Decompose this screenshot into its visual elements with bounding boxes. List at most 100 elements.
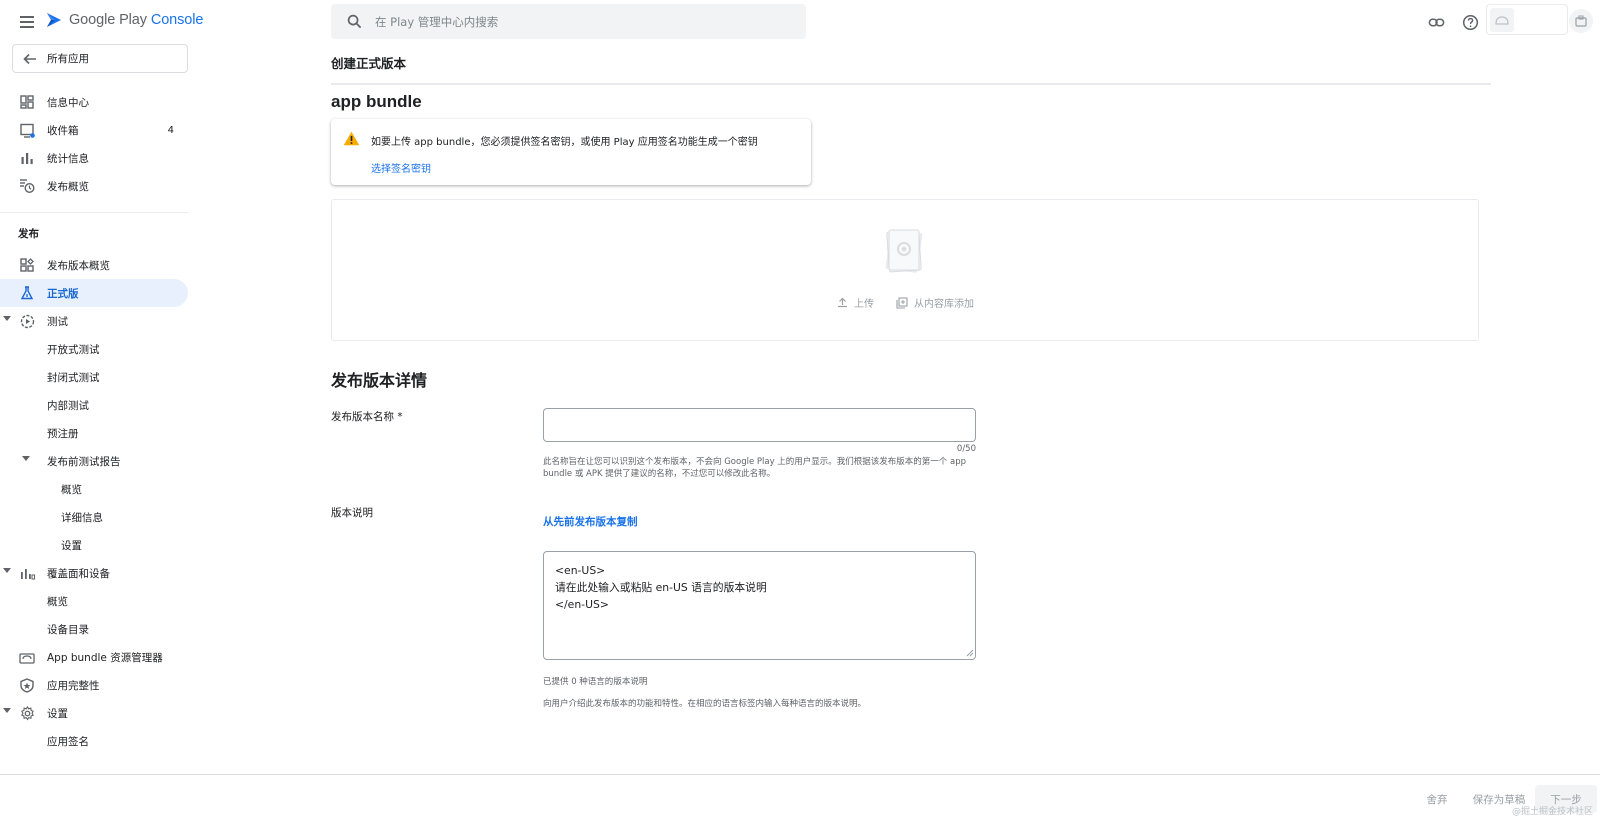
dashboard-icon xyxy=(19,94,35,110)
upload-icon xyxy=(838,297,847,308)
sidebar-item-label: 开放式测试 xyxy=(47,343,100,356)
sidebar-item-internal-testing[interactable]: 内部测试 xyxy=(0,391,188,419)
upload-button[interactable]: 上传 xyxy=(837,295,874,310)
help-icon[interactable] xyxy=(1459,11,1481,33)
link-icon[interactable] xyxy=(1425,11,1447,33)
watermark-text: @掘土掘金技术社区 xyxy=(1512,807,1594,817)
sidebar-item-statistics[interactable]: 统计信息 xyxy=(0,144,188,172)
sidebar-section-release: 发布 xyxy=(18,228,39,240)
upload-label: 上传 xyxy=(854,299,874,310)
action-footer: 舍弃 保存为草稿 下一步 xyxy=(0,774,1600,820)
sidebar-item-publishing-overview[interactable]: 发布概览 xyxy=(0,172,188,200)
sidebar-item-app-integrity[interactable]: 应用完整性 xyxy=(0,671,188,699)
sidebar-item-label: 设备目录 xyxy=(47,623,89,636)
inbox-count-badge: 4 xyxy=(167,124,174,136)
sidebar-item-testing[interactable]: 测试 xyxy=(0,307,188,335)
sidebar-item-label: 应用完整性 xyxy=(47,679,100,692)
app-bundle-heading: app bundle xyxy=(331,92,422,111)
sidebar-item-label: 发布概览 xyxy=(47,180,89,193)
sidebar-item-label: 详细信息 xyxy=(61,511,103,524)
app-bundle-drop-zone[interactable]: 上传 从内容库添加 xyxy=(331,199,1479,341)
sidebar-item-settings[interactable]: 设置 xyxy=(0,699,188,727)
sidebar-item-production[interactable]: 正式版 xyxy=(0,279,188,307)
sidebar-item-reach-overview[interactable]: 概览 xyxy=(0,587,188,615)
sidebar-item-pre-registration[interactable]: 预注册 xyxy=(0,419,188,447)
sidebar-item-closed-testing[interactable]: 封闭式测试 xyxy=(0,363,188,391)
title-divider xyxy=(331,83,1491,85)
google-play-console-logo[interactable]: Google Play Console xyxy=(45,11,203,29)
sidebar-item-label: 封闭式测试 xyxy=(47,371,100,384)
sidebar-nav: 所有应用 信息中心 收件箱 4 统计信息 发布概览 发布 发布版本概览 正式版 … xyxy=(0,44,195,774)
chevron-down-icon[interactable] xyxy=(22,456,30,461)
warning-icon xyxy=(343,131,360,146)
copy-from-previous-release-link[interactable]: 从先前发布版本复制 xyxy=(543,514,638,529)
release-notes-language-count: 已提供 0 种语言的版本说明 xyxy=(543,677,648,687)
sidebar-item-pre-launch-report[interactable]: 发布前测试报告 xyxy=(0,447,188,475)
release-notes-label: 版本说明 xyxy=(331,507,373,519)
sidebar-item-reach-devices[interactable]: 覆盖面和设备 xyxy=(0,559,188,587)
sidebar-item-report-overview[interactable]: 概览 xyxy=(0,475,188,503)
release-details-heading: 发布版本详情 xyxy=(331,371,428,390)
arrow-back-icon xyxy=(23,53,36,64)
search-bar[interactable] xyxy=(331,4,806,39)
android-icon xyxy=(1490,8,1514,32)
bar-chart-icon xyxy=(19,150,35,166)
add-from-library-button[interactable]: 从内容库添加 xyxy=(896,295,974,310)
sidebar-item-open-testing[interactable]: 开放式测试 xyxy=(0,335,188,363)
sidebar-item-report-details[interactable]: 详细信息 xyxy=(0,503,188,531)
app-bundle-explorer-icon xyxy=(19,649,35,665)
search-input[interactable] xyxy=(375,4,795,39)
sidebar-divider xyxy=(0,212,188,213)
sidebar-item-label: 正式版 xyxy=(47,287,79,300)
all-apps-button[interactable]: 所有应用 xyxy=(12,44,188,73)
sidebar-item-app-bundle-explorer[interactable]: App bundle 资源管理器 xyxy=(0,643,188,671)
menu-icon[interactable] xyxy=(16,11,38,33)
resize-handle-icon[interactable] xyxy=(966,649,974,657)
choose-signing-key-link[interactable]: 选择签名密钥 xyxy=(371,160,431,175)
sidebar-item-label: 应用签名 xyxy=(47,735,89,748)
warning-message: 如要上传 app bundle，您必须提供签名密钥，或使用 Play 应用签名功… xyxy=(371,137,758,148)
sidebar-item-label: 发布版本概览 xyxy=(47,259,110,272)
search-icon xyxy=(347,14,362,29)
chevron-down-icon[interactable] xyxy=(3,316,11,321)
sidebar-item-label: 预注册 xyxy=(47,427,79,440)
release-notes-helper-text: 向用户介绍此发布版本的功能和特性。在相应的语言标签内输入每种语言的版本说明。 xyxy=(543,699,867,709)
reach-devices-icon xyxy=(19,565,35,581)
sidebar-item-label: 测试 xyxy=(47,315,68,328)
sidebar-item-label: App bundle 资源管理器 xyxy=(47,651,163,664)
sidebar-item-device-catalog[interactable]: 设备目录 xyxy=(0,615,188,643)
app-selector-chip[interactable] xyxy=(1486,4,1568,35)
sidebar-item-label: 概览 xyxy=(47,595,68,608)
chevron-down-icon[interactable] xyxy=(3,568,11,573)
sidebar-item-label: 统计信息 xyxy=(47,152,89,165)
sidebar-item-dashboard[interactable]: 信息中心 xyxy=(0,88,188,116)
app-integrity-icon xyxy=(19,677,35,693)
testing-icon xyxy=(19,313,35,329)
release-name-input[interactable] xyxy=(543,408,976,442)
sidebar-item-label: 设置 xyxy=(61,539,82,552)
signing-key-warning-card: 如要上传 app bundle，您必须提供签名密钥，或使用 Play 应用签名功… xyxy=(331,119,811,185)
publishing-overview-icon xyxy=(19,178,35,194)
all-apps-label: 所有应用 xyxy=(47,53,89,65)
drop-zone-actions: 上传 从内容库添加 xyxy=(837,295,974,310)
account-icon[interactable] xyxy=(1569,9,1593,33)
app-bundle-placeholder-icon xyxy=(885,229,923,273)
library-icon xyxy=(896,296,908,309)
release-notes-textarea[interactable]: <en-US> 请在此处输入或粘贴 en-US 语言的版本说明 </en-US> xyxy=(543,551,976,660)
library-label: 从内容库添加 xyxy=(914,299,974,310)
sidebar-item-label: 发布前测试报告 xyxy=(47,455,121,468)
sidebar-item-label: 设置 xyxy=(47,707,68,720)
sidebar-item-label: 内部测试 xyxy=(47,399,89,412)
inbox-icon xyxy=(19,122,35,138)
sidebar-item-app-signing[interactable]: 应用签名 xyxy=(0,727,188,755)
top-app-bar: Google Play Console xyxy=(0,0,1600,44)
chevron-down-icon[interactable] xyxy=(3,708,11,713)
releases-overview-icon xyxy=(19,257,35,273)
release-name-label: 发布版本名称 * xyxy=(331,411,403,423)
sidebar-item-inbox[interactable]: 收件箱 4 xyxy=(0,116,188,144)
sidebar-item-label: 收件箱 xyxy=(47,124,79,137)
settings-icon xyxy=(19,705,35,721)
discard-button[interactable]: 舍弃 xyxy=(1420,785,1454,813)
sidebar-item-releases-overview[interactable]: 发布版本概览 xyxy=(0,251,188,279)
sidebar-item-report-settings[interactable]: 设置 xyxy=(0,531,188,559)
